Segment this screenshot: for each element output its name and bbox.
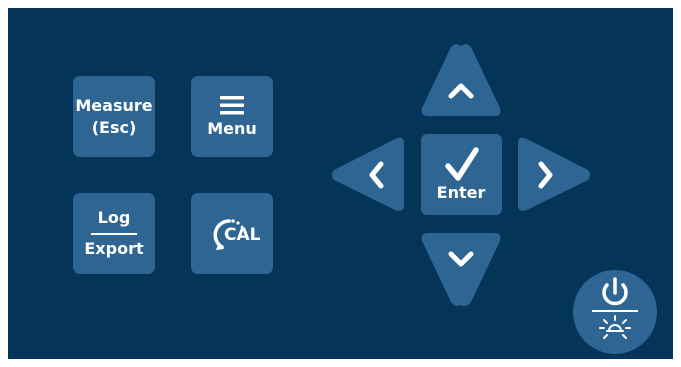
right-arrow-button[interactable] bbox=[518, 137, 590, 211]
down-arrow-button[interactable] bbox=[421, 233, 501, 306]
up-arrow-button[interactable] bbox=[421, 44, 501, 116]
enter-label: Enter bbox=[436, 183, 486, 202]
left-arrow-button[interactable] bbox=[332, 137, 404, 211]
enter-button[interactable] bbox=[421, 134, 502, 215]
power-backlight-button[interactable] bbox=[573, 270, 657, 354]
direction-pad bbox=[332, 44, 657, 354]
